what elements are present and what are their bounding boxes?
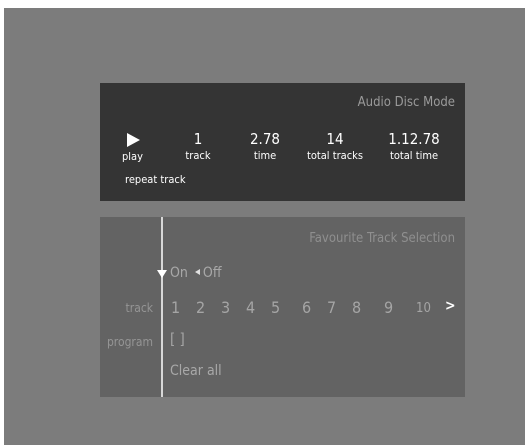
audio-disc-panel: Audio Disc Mode play 1 track 2.78 time 1…: [100, 83, 465, 201]
track-option-8[interactable]: 8: [352, 298, 361, 317]
arrow-left-icon: [194, 269, 200, 275]
favourite-track-panel: Favourite Track Selection On Off track 1 …: [100, 217, 465, 397]
clear-all-button[interactable]: Clear all: [170, 363, 222, 379]
track-option-9[interactable]: 9: [384, 298, 393, 317]
track-option-10[interactable]: 10: [416, 301, 431, 316]
on-off-toggle[interactable]: On Off: [170, 265, 222, 281]
track-option-3[interactable]: 3: [221, 298, 230, 317]
total-tracks-value: 14: [326, 130, 344, 148]
play-label: play: [122, 150, 143, 163]
audio-disc-title: Audio Disc Mode: [357, 95, 455, 110]
time-info: 2.78 time: [242, 130, 288, 163]
track-option-2[interactable]: 2: [196, 298, 205, 317]
track-option-5[interactable]: 5: [271, 298, 280, 317]
off-option[interactable]: Off: [203, 265, 222, 281]
total-time-info: 1.12.78 total time: [384, 130, 444, 163]
divider-line: [161, 217, 163, 397]
on-option[interactable]: On: [170, 265, 188, 281]
time-label: time: [253, 149, 277, 162]
track-row-label: track: [125, 301, 153, 315]
next-tracks-arrow[interactable]: >: [445, 298, 456, 314]
track-info: 1 track: [178, 130, 218, 163]
favourite-track-title: Favourite Track Selection: [309, 231, 455, 246]
track-label: track: [185, 149, 211, 162]
program-row-label: program: [106, 335, 153, 349]
play-icon: [127, 133, 140, 147]
total-time-label: total time: [389, 149, 439, 162]
play-control[interactable]: play: [122, 131, 143, 163]
selection-cursor-icon: [157, 270, 167, 278]
track-option-6[interactable]: 6: [302, 298, 311, 317]
total-tracks-info: 14 total tracks: [303, 130, 367, 163]
total-time-value: 1.12.78: [388, 130, 440, 148]
track-option-1[interactable]: 1: [171, 298, 180, 317]
repeat-track-option[interactable]: repeat track: [125, 173, 186, 186]
screen: Audio Disc Mode play 1 track 2.78 time 1…: [4, 8, 525, 445]
program-value: [ ]: [170, 330, 185, 348]
track-option-7[interactable]: 7: [327, 298, 336, 317]
total-tracks-label: total tracks: [306, 149, 364, 162]
track-value: 1: [193, 130, 203, 148]
time-value: 2.78: [249, 130, 281, 148]
track-option-4[interactable]: 4: [246, 298, 255, 317]
